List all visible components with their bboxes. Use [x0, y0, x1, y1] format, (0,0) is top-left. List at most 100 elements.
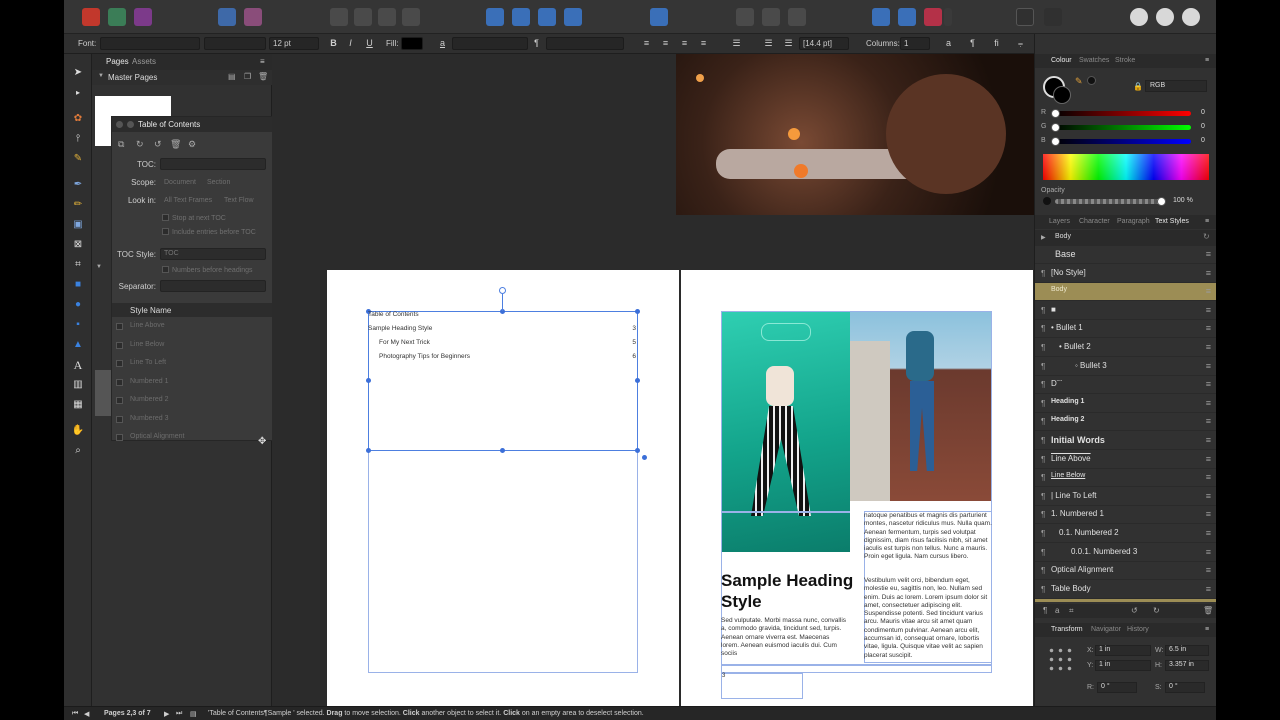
character-style-icon[interactable]: a [436, 37, 449, 50]
delete-style-icon[interactable]: 🗑 [1203, 606, 1213, 615]
fill-swatch[interactable] [401, 37, 423, 50]
noise-icon[interactable] [1087, 76, 1096, 85]
green-slider[interactable] [1051, 123, 1191, 132]
toc-entry[interactable]: For My Next Trick 5 [379, 339, 636, 349]
right-page[interactable]: Sample Heading Style Sed vulputate. Morb… [681, 270, 1033, 706]
colour-spectrum[interactable] [1043, 154, 1209, 180]
new-character-style-icon[interactable]: a [1055, 606, 1059, 615]
toc-select[interactable] [160, 158, 266, 170]
red-slider-knob[interactable] [1051, 109, 1060, 118]
toc-entry[interactable]: Sample Heading Style 3 [368, 325, 636, 335]
style-checkbox[interactable] [116, 397, 123, 404]
ungroup-icon[interactable] [378, 8, 396, 26]
picture-frame-tool-icon[interactable]: ▣ [71, 218, 85, 232]
move-tool-icon[interactable]: ➤ [71, 66, 85, 80]
g-value[interactable]: 0 [1201, 123, 1205, 130]
numbering-icon[interactable]: ☰ [782, 37, 795, 50]
hand-tool-icon[interactable]: ✋ [71, 424, 85, 438]
preflight-icon[interactable] [218, 8, 236, 26]
style-name-row[interactable]: Numbered 2⋯ [112, 393, 290, 411]
tab-history[interactable]: History [1127, 626, 1149, 633]
text-style-item[interactable]: ¶ 1. Numbered 1 ≡ [1035, 506, 1216, 525]
shear-field[interactable]: 0 ° [1165, 682, 1205, 693]
preview-mode-icon[interactable] [924, 8, 942, 26]
pages-collapse-icon[interactable]: ▼ [96, 264, 102, 270]
scope-document[interactable]: Document [164, 179, 196, 186]
close-icon[interactable] [116, 121, 123, 128]
rotate-handle[interactable] [499, 287, 506, 294]
sample-heading[interactable]: Sample Heading Style [721, 570, 856, 612]
style-menu-icon[interactable]: ≡ [1206, 528, 1211, 538]
align-icon[interactable] [650, 8, 668, 26]
columns-field[interactable]: 1 [900, 37, 930, 50]
resize-handle[interactable] [366, 378, 371, 383]
style-menu-icon[interactable]: ≡ [1206, 249, 1211, 259]
expand-icon[interactable]: ▶ [1041, 234, 1046, 241]
justify-icon[interactable]: ≡ [697, 37, 710, 50]
underline-button[interactable]: U [363, 37, 376, 50]
pilcrow-icon[interactable]: ¶ [530, 37, 543, 50]
r-value[interactable]: 0 [1201, 109, 1205, 116]
leading-field[interactable]: [14.4 pt] [799, 37, 849, 50]
h-field[interactable]: 3.357 in [1165, 660, 1209, 671]
blue-slider[interactable] [1051, 137, 1191, 146]
insert-toc-icon[interactable]: ⧉ [118, 139, 124, 150]
flip-horizontal-icon[interactable] [486, 8, 504, 26]
swatches-studio-icon[interactable] [1156, 8, 1174, 26]
tab-layers[interactable]: Layers [1049, 218, 1070, 225]
text-style-item[interactable]: ¶ Heading 1 ≡ [1035, 395, 1216, 413]
case-icon[interactable]: a [942, 37, 955, 50]
text-style-item[interactable]: ¶ • Bullet 1 ≡ [1035, 320, 1216, 339]
rounded-rect-tool-icon[interactable]: ▪ [71, 318, 85, 332]
text-style-item[interactable]: ¶ • Bullet 2 ≡ [1035, 339, 1216, 357]
lock-icon[interactable] [402, 8, 420, 26]
style-checkbox[interactable] [116, 323, 123, 330]
designer-persona-icon[interactable] [108, 8, 126, 26]
panel-menu-icon[interactable]: ≡ [260, 57, 265, 66]
share-icon[interactable] [244, 8, 262, 26]
tab-swatches[interactable]: Swatches [1079, 57, 1109, 64]
text-style-item[interactable]: Body ≡ [1035, 283, 1216, 302]
style-menu-icon[interactable]: ≡ [1206, 268, 1211, 278]
new-paragraph-style-icon[interactable]: ¶ [1043, 606, 1047, 615]
text-style-item[interactable]: ¶ ■ ≡ [1035, 302, 1216, 320]
styles-menu-icon[interactable]: ≡ [1205, 218, 1209, 225]
style-menu-icon[interactable]: ≡ [1206, 547, 1211, 557]
triangle-tool-icon[interactable]: ▲ [71, 338, 85, 352]
toc-style-select[interactable]: TOC [160, 248, 266, 260]
rotate-left-icon[interactable] [538, 8, 556, 26]
pencil-tool-icon[interactable]: ✏ [71, 198, 85, 212]
style-menu-icon[interactable]: ≡ [1206, 379, 1211, 389]
style-refresh-icon[interactable]: ↻ [1203, 232, 1210, 241]
text-wrap-icon[interactable] [872, 8, 890, 26]
text-style-item[interactable]: ¶ 0.0.1. Numbered 3 ≡ [1035, 544, 1216, 562]
style-checkbox[interactable] [116, 341, 123, 349]
numbers-before-checkbox[interactable]: Numbers before headings [162, 266, 253, 274]
frame-text-icon[interactable]: ▥ [71, 378, 85, 392]
text-style-item[interactable]: ¶ D¨¨ ≡ [1035, 376, 1216, 395]
anchor-selector[interactable] [1047, 646, 1073, 672]
blue-slider-knob[interactable] [1051, 137, 1060, 146]
delete-master-icon[interactable]: 🗑 [258, 72, 268, 81]
align-center-icon[interactable]: ≡ [659, 37, 672, 50]
resize-handle[interactable] [635, 378, 640, 383]
update-all-icon[interactable]: ↺ [154, 139, 162, 150]
colour-studio-icon[interactable] [1182, 8, 1200, 26]
style-menu-icon[interactable]: ≡ [1206, 472, 1211, 482]
style-menu-icon[interactable]: ≡ [1206, 286, 1211, 296]
insert-shape-frame-icon[interactable] [762, 8, 780, 26]
opacity-value[interactable]: 100 % [1173, 197, 1193, 204]
duplicate-master-icon[interactable]: ❐ [244, 72, 251, 81]
page-indicator[interactable]: Pages 2,3 of 7 [104, 710, 151, 717]
frame-text-tool-icon[interactable]: ⊠ [71, 238, 85, 252]
tab-navigator[interactable]: Navigator [1091, 626, 1121, 633]
text-style-item[interactable]: ¶ 0.1. Numbered 2 ≡ [1035, 525, 1216, 543]
style-menu-icon[interactable]: ≡ [1206, 491, 1211, 501]
opacity-slider-knob[interactable] [1157, 197, 1166, 206]
arrange-icon[interactable] [330, 8, 348, 26]
tab-paragraph[interactable]: Paragraph [1117, 218, 1150, 225]
spacing-icon[interactable]: ☰ [730, 37, 743, 50]
style-menu-icon[interactable]: ≡ [1206, 565, 1211, 575]
tab-character[interactable]: Character [1079, 218, 1110, 225]
colour-picker-icon[interactable]: ✿ [71, 112, 85, 126]
